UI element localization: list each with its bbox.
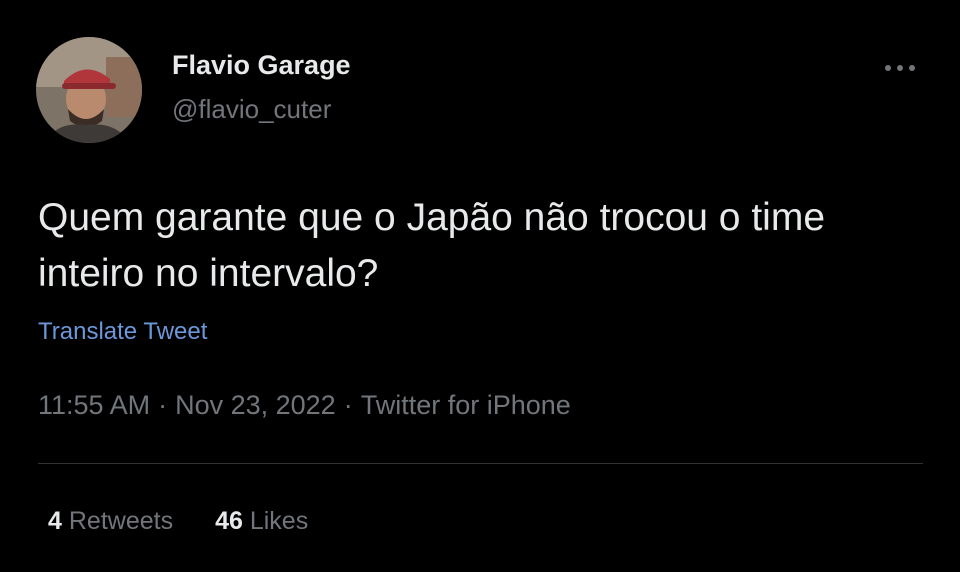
author-avatar[interactable]: [36, 37, 142, 143]
likes-count: 46: [215, 507, 243, 535]
avatar-image: [36, 37, 142, 143]
retweets-stat[interactable]: 4 Retweets: [48, 507, 173, 536]
retweets-label: Retweets: [68, 507, 174, 535]
tweet-card: Flavio Garage @flavio_cuter Quem garante…: [0, 0, 960, 572]
author-handle[interactable]: @flavio_cuter: [172, 94, 331, 125]
tweet-text: Quem garante que o Japão não trocou o ti…: [38, 196, 826, 295]
likes-stat[interactable]: 46 Likes: [215, 507, 308, 536]
tweet-time: 11:55 AM: [38, 390, 151, 420]
tweet-source[interactable]: Twitter for iPhone: [361, 390, 571, 420]
tweet-stats: 4 Retweets 46 Likes: [48, 507, 350, 536]
author-name[interactable]: Flavio Garage: [172, 50, 351, 81]
tweet-metadata: 11:55 AM · Nov 23, 2022 · Twitter for iPhone: [38, 390, 571, 421]
translate-tweet-link[interactable]: Translate Tweet: [38, 318, 207, 346]
likes-label: Likes: [249, 507, 309, 535]
retweets-count: 4: [48, 507, 62, 535]
more-options-button[interactable]: [880, 54, 920, 82]
meta-separator: ·: [158, 390, 168, 420]
meta-separator: ·: [343, 390, 353, 420]
divider: [38, 463, 923, 464]
tweet-date: Nov 23, 2022: [175, 390, 336, 420]
more-horizontal-icon: [885, 65, 915, 71]
